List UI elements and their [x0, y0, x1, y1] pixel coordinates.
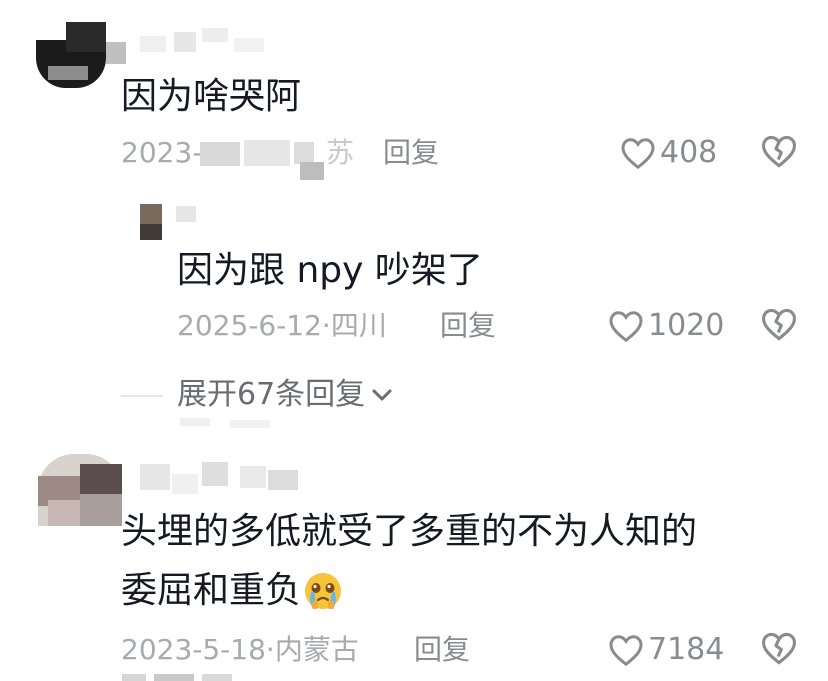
- heart-outline-icon: [609, 635, 643, 667]
- meta-separator: ·: [265, 633, 275, 666]
- username-blurred[interactable]: [140, 462, 310, 498]
- reply-location: 四川: [330, 309, 387, 342]
- dislike-button[interactable]: [760, 134, 798, 172]
- meta-separator: ·: [321, 309, 331, 342]
- like-button[interactable]: 408: [620, 133, 717, 173]
- comment-text-line-1: 头埋的多低就受了多重的不为人知的: [121, 511, 698, 552]
- reply-text: 因为跟 npy 吵架了: [177, 250, 483, 291]
- reply-button[interactable]: 回复: [440, 309, 496, 343]
- comment-date-location: 2023-5-18·内蒙古: [121, 633, 359, 667]
- dislike-button[interactable]: [760, 307, 798, 345]
- like-count: 1020: [648, 308, 725, 343]
- chevron-down-icon: [372, 389, 392, 401]
- reply-button[interactable]: 回复: [414, 633, 470, 667]
- heart-outline-icon: [609, 311, 643, 343]
- reply-date: 2025-6-12: [177, 309, 322, 342]
- dislike-button[interactable]: [760, 631, 798, 669]
- expand-replies-button[interactable]: 展开67条回复: [177, 378, 395, 412]
- like-count: 408: [660, 135, 718, 170]
- expand-divider: [121, 395, 163, 397]
- blurred-strip: [122, 674, 242, 681]
- avatar[interactable]: [38, 454, 122, 526]
- blurred-strip: [180, 418, 320, 428]
- comment-text-line-2: 委屈和重负: [121, 569, 343, 613]
- comment-text: 因为啥哭阿: [121, 76, 302, 117]
- reply-date-location: 2025-6-12·四川: [177, 309, 387, 343]
- comment-text-line-2-value: 委屈和重负: [121, 570, 302, 611]
- like-count: 7184: [648, 632, 725, 667]
- broken-heart-icon: [761, 135, 797, 168]
- like-button[interactable]: 7184: [608, 630, 724, 670]
- broken-heart-icon: [761, 632, 797, 665]
- expand-replies-label: 展开67条回复: [177, 377, 366, 412]
- heart-outline-icon: [621, 138, 655, 170]
- reply-button[interactable]: 回复: [383, 136, 439, 170]
- comment-date: 2023-5-18: [121, 633, 266, 666]
- reply-avatar[interactable]: [140, 204, 200, 240]
- comment-location: 苏: [326, 136, 355, 169]
- username-blurred[interactable]: [140, 28, 270, 54]
- like-button[interactable]: 1020: [608, 306, 724, 346]
- avatar[interactable]: [36, 22, 126, 88]
- crying-face-emoji: [305, 573, 342, 609]
- comment-location: 内蒙古: [274, 633, 359, 666]
- broken-heart-icon: [761, 308, 797, 341]
